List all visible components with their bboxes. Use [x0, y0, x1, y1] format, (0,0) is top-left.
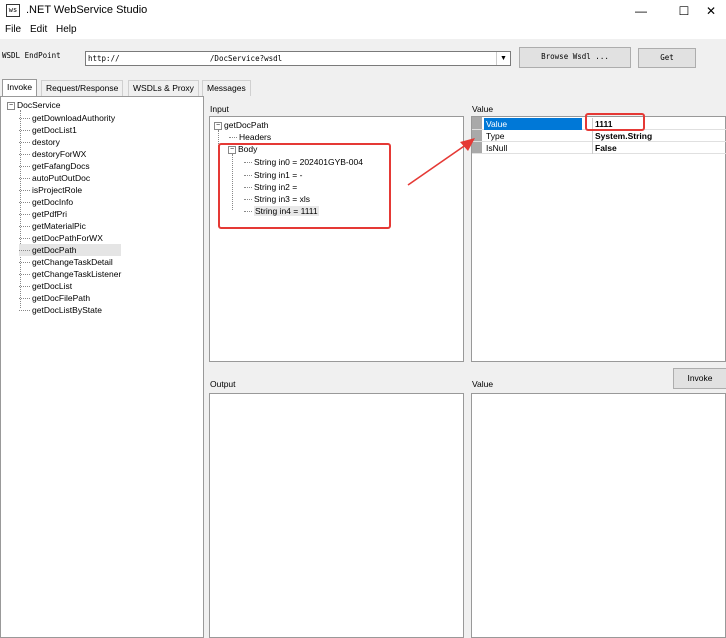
chevron-down-icon[interactable]: ▼ — [496, 52, 510, 65]
property-row-isnull[interactable]: IsNull False — [472, 142, 726, 154]
tree-item[interactable]: getDocInfo — [19, 196, 121, 208]
tab-wsdls-proxy[interactable]: WSDLs & Proxy — [128, 80, 199, 96]
collapse-icon[interactable]: − — [214, 121, 222, 130]
tree-item[interactable]: getPdfPri — [19, 208, 121, 220]
tree-item[interactable]: getDocList1 — [19, 124, 121, 136]
wsdl-endpoint-input[interactable] — [88, 52, 492, 65]
property-name: Value — [484, 118, 582, 130]
tree-item-selected[interactable]: getDocPath — [19, 244, 122, 256]
menu-help[interactable]: Help — [56, 24, 77, 35]
property-row-type[interactable]: Type System.String — [472, 130, 726, 142]
invoke-button[interactable]: Invoke — [673, 368, 726, 389]
annotation-highlight-box — [585, 113, 645, 131]
tree-item[interactable]: getDownloadAuthority — [19, 112, 121, 124]
property-name: Type — [486, 131, 505, 141]
tab-invoke[interactable]: Invoke — [2, 79, 38, 97]
tree-item[interactable]: getFafangDocs — [19, 160, 121, 172]
app-icon: ws — [6, 4, 20, 17]
input-root-node[interactable]: − getDocPath — [214, 120, 268, 130]
tree-item[interactable]: autoPutOutDoc — [19, 172, 121, 184]
tree-root-node[interactable]: − DocService — [7, 100, 60, 110]
property-value: System.String — [592, 130, 726, 142]
annotation-arrow — [407, 138, 475, 186]
property-name: IsNull — [486, 143, 508, 153]
tree-item[interactable]: destory — [19, 136, 121, 148]
annotation-highlight-box — [218, 143, 391, 229]
value-label: Value — [472, 104, 494, 114]
output-value-label: Value — [472, 379, 494, 389]
collapse-icon[interactable]: − — [7, 101, 15, 110]
tree-item[interactable]: isProjectRole — [19, 184, 121, 196]
service-tree-panel: − DocService getDownloadAuthority getDocL… — [0, 96, 204, 638]
wsdl-endpoint-combo[interactable]: ▼ — [85, 51, 511, 66]
headers-label: Headers — [239, 132, 272, 142]
output-value-pane — [471, 393, 726, 638]
tree-item[interactable]: getDocListByState — [19, 304, 121, 316]
tab-request-response[interactable]: Request/Response — [41, 80, 124, 96]
tab-messages[interactable]: Messages — [202, 80, 251, 96]
tree-item[interactable]: destoryForWX — [19, 148, 121, 160]
property-value: False — [592, 142, 726, 154]
output-label: Output — [210, 379, 236, 389]
tree-item[interactable]: getDocPathForWX — [19, 232, 121, 244]
menu-bar — [0, 22, 726, 39]
get-button[interactable]: Get — [638, 48, 696, 68]
service-method-list: getDownloadAuthority getDocList1 destory… — [19, 112, 122, 316]
menu-edit[interactable]: Edit — [30, 24, 47, 35]
output-pane — [209, 393, 464, 638]
tree-item[interactable]: getDocFilePath — [19, 292, 121, 304]
tree-item[interactable]: getMaterialPic — [19, 220, 121, 232]
window-title: .NET WebService Studio — [26, 4, 148, 16]
headers-node[interactable]: Headers — [229, 132, 271, 142]
tree-connector — [229, 137, 237, 139]
input-label: Input — [210, 104, 229, 114]
browse-wsdl-button[interactable]: Browse Wsdl ... — [519, 47, 631, 68]
minimize-button[interactable]: — — [624, 0, 658, 22]
tree-item[interactable]: getChangeTaskDetail — [19, 256, 121, 268]
tree-item[interactable]: getChangeTaskListener — [19, 268, 121, 280]
tree-item[interactable]: getDocList — [19, 280, 121, 292]
input-root-label: getDocPath — [224, 120, 269, 130]
menu-file[interactable]: File — [5, 24, 21, 35]
close-button[interactable]: ✕ — [694, 0, 726, 22]
wsdl-endpoint-label: WSDL EndPoint — [2, 51, 61, 60]
tree-root-label: DocService — [17, 100, 61, 110]
